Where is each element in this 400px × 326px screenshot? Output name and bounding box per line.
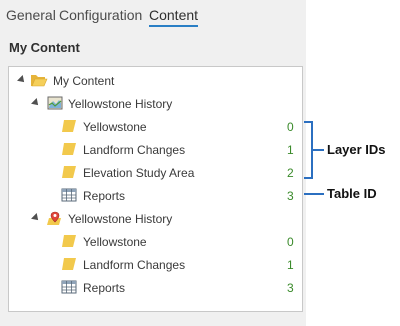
tree-group-map[interactable]: Yellowstone History: [9, 93, 302, 115]
layer-id: 0: [287, 120, 294, 134]
tree-item-label: Landform Changes: [83, 258, 186, 272]
content-panel: General Configuration Content My Content…: [0, 0, 306, 326]
table-icon: [61, 188, 77, 205]
expand-arrow-icon[interactable]: [31, 98, 41, 108]
table-id: 3: [287, 281, 294, 295]
expand-arrow-icon[interactable]: [17, 75, 27, 85]
tab-configuration[interactable]: Configuration: [59, 7, 142, 23]
folder-open-icon: [30, 73, 48, 90]
table-id-annotation: Table ID: [327, 186, 377, 201]
tree-group-label: Yellowstone History: [68, 97, 173, 111]
tree-item-label: Reports: [83, 189, 126, 203]
tree-item[interactable]: Reports 3: [9, 185, 302, 207]
polygon-layer-icon: [61, 234, 77, 251]
tree-item-label: Elevation Study Area: [83, 166, 195, 180]
layer-id: 1: [287, 258, 294, 272]
tree-item[interactable]: Yellowstone 0: [9, 231, 302, 253]
table-icon: [61, 280, 77, 297]
layer-ids-bracket: [304, 121, 324, 195]
polygon-layer-icon: [61, 142, 77, 159]
map-icon: [47, 96, 63, 113]
layer-id: 2: [287, 166, 294, 180]
tree-item[interactable]: Landform Changes 1: [9, 254, 302, 276]
section-title: My Content: [9, 40, 80, 55]
content-tree[interactable]: My Content Yellowstone History Yellowsto…: [8, 66, 303, 312]
layer-id: 1: [287, 143, 294, 157]
feature-layer-icon: [47, 211, 63, 229]
tree-item-label: Yellowstone: [83, 120, 147, 134]
tree-item-label: Reports: [83, 281, 126, 295]
tree-item-label: Landform Changes: [83, 143, 186, 157]
polygon-layer-icon: [61, 257, 77, 274]
tree-item[interactable]: Elevation Study Area 2: [9, 162, 302, 184]
tree-root-my-content[interactable]: My Content: [9, 70, 302, 92]
tab-general[interactable]: General: [6, 7, 56, 23]
tree-item-label: Yellowstone: [83, 235, 147, 249]
tree-group-label: Yellowstone History: [68, 212, 173, 226]
table-id: 3: [287, 189, 294, 203]
tree-item[interactable]: Reports 3: [9, 277, 302, 299]
polygon-layer-icon: [61, 165, 77, 182]
tree-item[interactable]: Yellowstone 0: [9, 116, 302, 138]
layer-ids-annotation: Layer IDs: [327, 142, 386, 157]
tab-content[interactable]: Content: [149, 7, 199, 27]
layer-id: 0: [287, 235, 294, 249]
tree-root-label: My Content: [53, 74, 115, 88]
tree-group-feature-layer[interactable]: Yellowstone History: [9, 208, 302, 230]
polygon-layer-icon: [61, 119, 77, 136]
tree-item[interactable]: Landform Changes 1: [9, 139, 302, 161]
expand-arrow-icon[interactable]: [31, 213, 41, 223]
